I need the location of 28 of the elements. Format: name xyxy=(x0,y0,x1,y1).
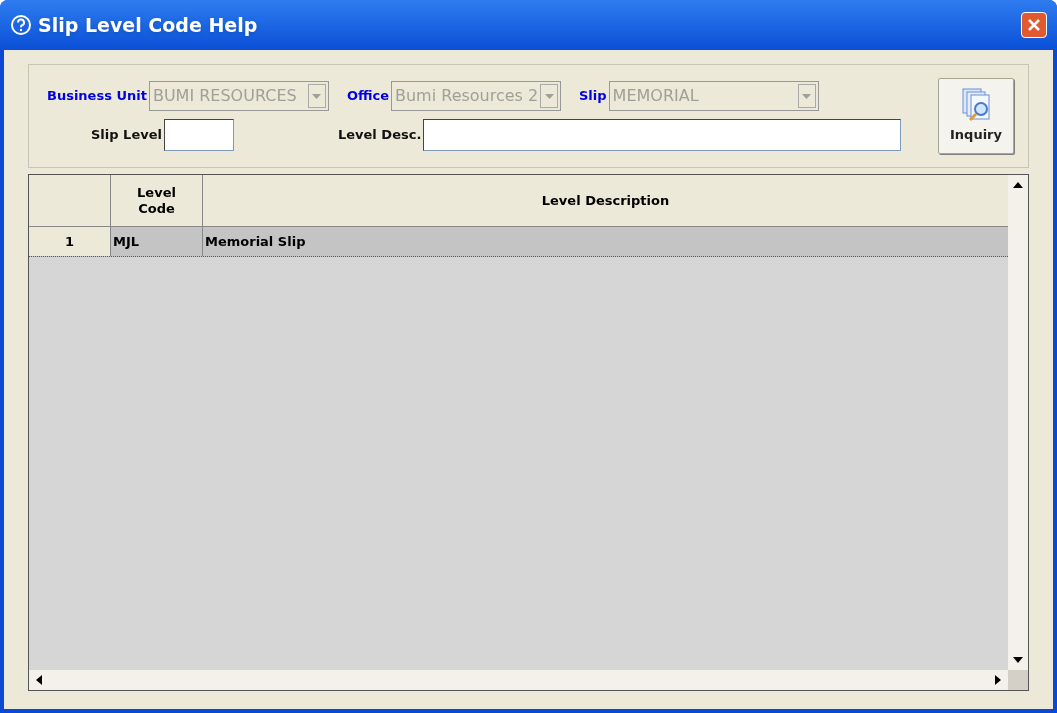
scrollbar-corner xyxy=(1008,670,1028,690)
help-icon xyxy=(10,14,32,36)
close-button[interactable] xyxy=(1021,12,1047,38)
field-label: Slip Level xyxy=(91,126,162,145)
field-label: Level Desc. xyxy=(337,126,422,145)
down-arrow-icon xyxy=(1013,657,1023,663)
left-arrow-icon xyxy=(36,675,42,685)
dropdown-arrow-icon xyxy=(544,93,554,99)
column-header[interactable]: Level Description xyxy=(203,175,1008,226)
input-field[interactable] xyxy=(423,119,902,151)
dropdown-arrow-icon xyxy=(802,93,812,99)
column-header[interactable]: Level Code xyxy=(111,175,203,226)
field-label: Business Unit xyxy=(47,87,147,106)
documents-magnifier-icon xyxy=(960,87,992,124)
input-field[interactable] xyxy=(163,119,234,151)
vertical-scrollbar[interactable] xyxy=(1008,175,1028,670)
field-label: Office xyxy=(346,87,389,106)
right-arrow-icon xyxy=(995,675,1001,685)
table-cell-text: Memorial Slip xyxy=(204,232,307,251)
field-label: Slip xyxy=(579,87,607,106)
table-row[interactable]: 1 MJL Memorial Slip xyxy=(29,227,1008,257)
inquiry-button[interactable]: Inquiry xyxy=(938,78,1014,154)
up-arrow-icon xyxy=(1013,182,1023,188)
window-title: Slip Level Code Help xyxy=(38,12,258,38)
row-number: 1 xyxy=(29,227,111,256)
close-icon xyxy=(1027,18,1041,32)
table-cell: MJL xyxy=(111,227,203,256)
dropdown-arrow-icon xyxy=(312,93,322,99)
